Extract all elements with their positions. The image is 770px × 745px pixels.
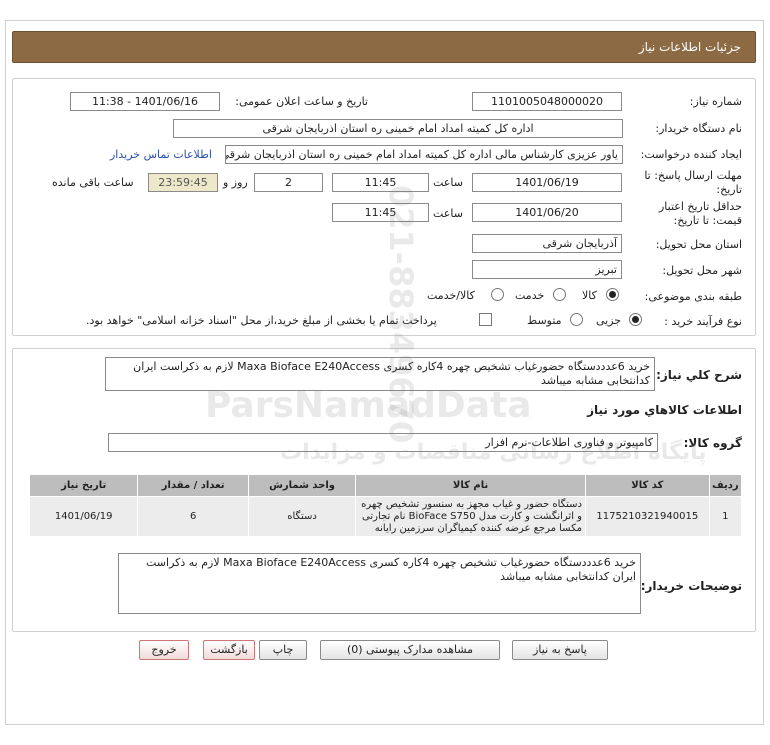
goods-group-field[interactable]: کامپیوتر و فناوری اطلاعات-نرم افزار [108,433,658,452]
buyer-label: نام دستگاه خریدار: [655,122,742,135]
validity-time-label: ساعت [433,207,463,220]
process-radio-medium[interactable] [570,313,583,326]
validity-time-field[interactable]: 11:45 [332,203,429,222]
category-label: طبقه بندی موضوعی: [644,290,742,303]
need-number-label: شماره نیاز: [689,95,742,108]
province-label: استان محل تحویل: [655,238,742,251]
cell-code: 1175210321940015 [585,496,710,537]
process-option-minor: جزیی [596,314,622,327]
table-header-row: ردیف کد کالا نام کالا واحد شمارش تعداد /… [28,474,743,497]
cell-row: 1 [708,496,743,537]
col-qty: تعداد / مقدار [137,474,249,497]
page-header: جزئیات اطلاعات نیاز [12,31,756,63]
cell-name: دستگاه حضور و غیاب مجهز به سنسور تشخیص چ… [355,496,586,537]
goods-group-label: گروه کالا: [683,436,742,450]
deadline-label-1: مهلت ارسال پاسخ: تا [644,169,742,182]
general-desc-label: شرح كلي نياز: [656,368,742,382]
category-option-goods: کالا [582,289,597,302]
need-number-field[interactable]: 1101005048000020 [472,92,622,111]
cell-qty: 6 [137,496,249,537]
days-field[interactable]: 2 [254,173,323,192]
process-option-medium: متوسط [527,314,562,327]
contact-buyer-link[interactable]: اطلاعات تماس خریدار [110,148,212,161]
category-option-service: خدمت [515,289,545,302]
goods-info-title: اطلاعات کالاهاي مورد نياز [587,403,742,417]
process-radio-minor[interactable] [629,313,642,326]
buyer-field[interactable]: اداره کل کمیته امداد امام خمینی ره استان… [173,119,623,138]
creator-field[interactable]: یاور عزیزی کارشناس مالی اداره کل کمیته ا… [225,145,623,164]
category-radio-both[interactable] [491,288,504,301]
process-label: نوع فرآیند خرید : [664,315,742,328]
cell-unit: دستگاه [247,496,357,537]
col-name: نام کالا [355,474,586,497]
table-row[interactable]: 1 1175210321940015 دستگاه حضور و غیاب مج… [28,496,743,537]
reply-button[interactable]: پاسخ به نیاز [512,640,608,660]
category-radio-goods[interactable] [606,288,619,301]
deadline-date-field[interactable]: 1401/06/19 [472,173,622,192]
deadline-time-field[interactable]: 11:45 [332,173,429,192]
category-option-both: کالا/خدمت [427,289,475,302]
col-date: تاریخ نیاز [28,474,139,497]
announce-label: تاریخ و ساعت اعلان عمومی: [235,95,368,108]
validity-label-2: قیمت: تا تاریخ: [673,214,742,227]
col-unit: واحد شمارش [247,474,357,497]
col-row: ردیف [708,474,743,497]
remaining-time-field: 23:59:45 [148,173,218,192]
creator-label: ایجاد کننده درخواست: [640,148,742,161]
print-button[interactable]: چاپ [259,640,307,660]
province-field[interactable]: آذربایجان شرقی [472,234,622,253]
col-code: کد کالا [585,474,710,497]
city-field[interactable]: تبریز [472,260,622,279]
general-desc-field[interactable]: خرید 6عدددستگاه حضورغیاب تشخیص چهره 4کار… [105,357,655,391]
deadline-label-2: تاریخ: [716,183,742,196]
payment-note: پرداخت تمام یا بخشی از مبلغ خرید،از محل … [86,314,437,327]
remaining-label: ساعت باقی مانده [52,176,134,189]
announce-field[interactable]: 1401/06/16 - 11:38 [70,92,220,111]
page-title: جزئیات اطلاعات نیاز [638,40,741,54]
deadline-time-label: ساعت [433,176,463,189]
validity-label-1: حداقل تاریخ اعتبار [658,200,742,213]
cell-date: 1401/06/19 [28,496,139,537]
exit-button[interactable]: خروج [139,640,189,660]
back-button[interactable]: بازگشت [203,640,255,660]
validity-date-field[interactable]: 1401/06/20 [472,203,622,222]
city-label: شهر محل تحویل: [662,264,742,277]
treasury-checkbox[interactable] [479,313,492,326]
buyer-notes-label: توضیحات خریدار: [640,579,742,593]
goods-table: ردیف کد کالا نام کالا واحد شمارش تعداد /… [28,474,743,537]
days-label: روز و [223,176,248,189]
view-documents-button[interactable]: مشاهده مدارک پیوستی (0) [320,640,500,660]
category-radio-service[interactable] [553,288,566,301]
buyer-notes-field[interactable]: خرید 6عدددستگاه حضورغیاب تشخیص چهره 4کار… [118,553,641,614]
